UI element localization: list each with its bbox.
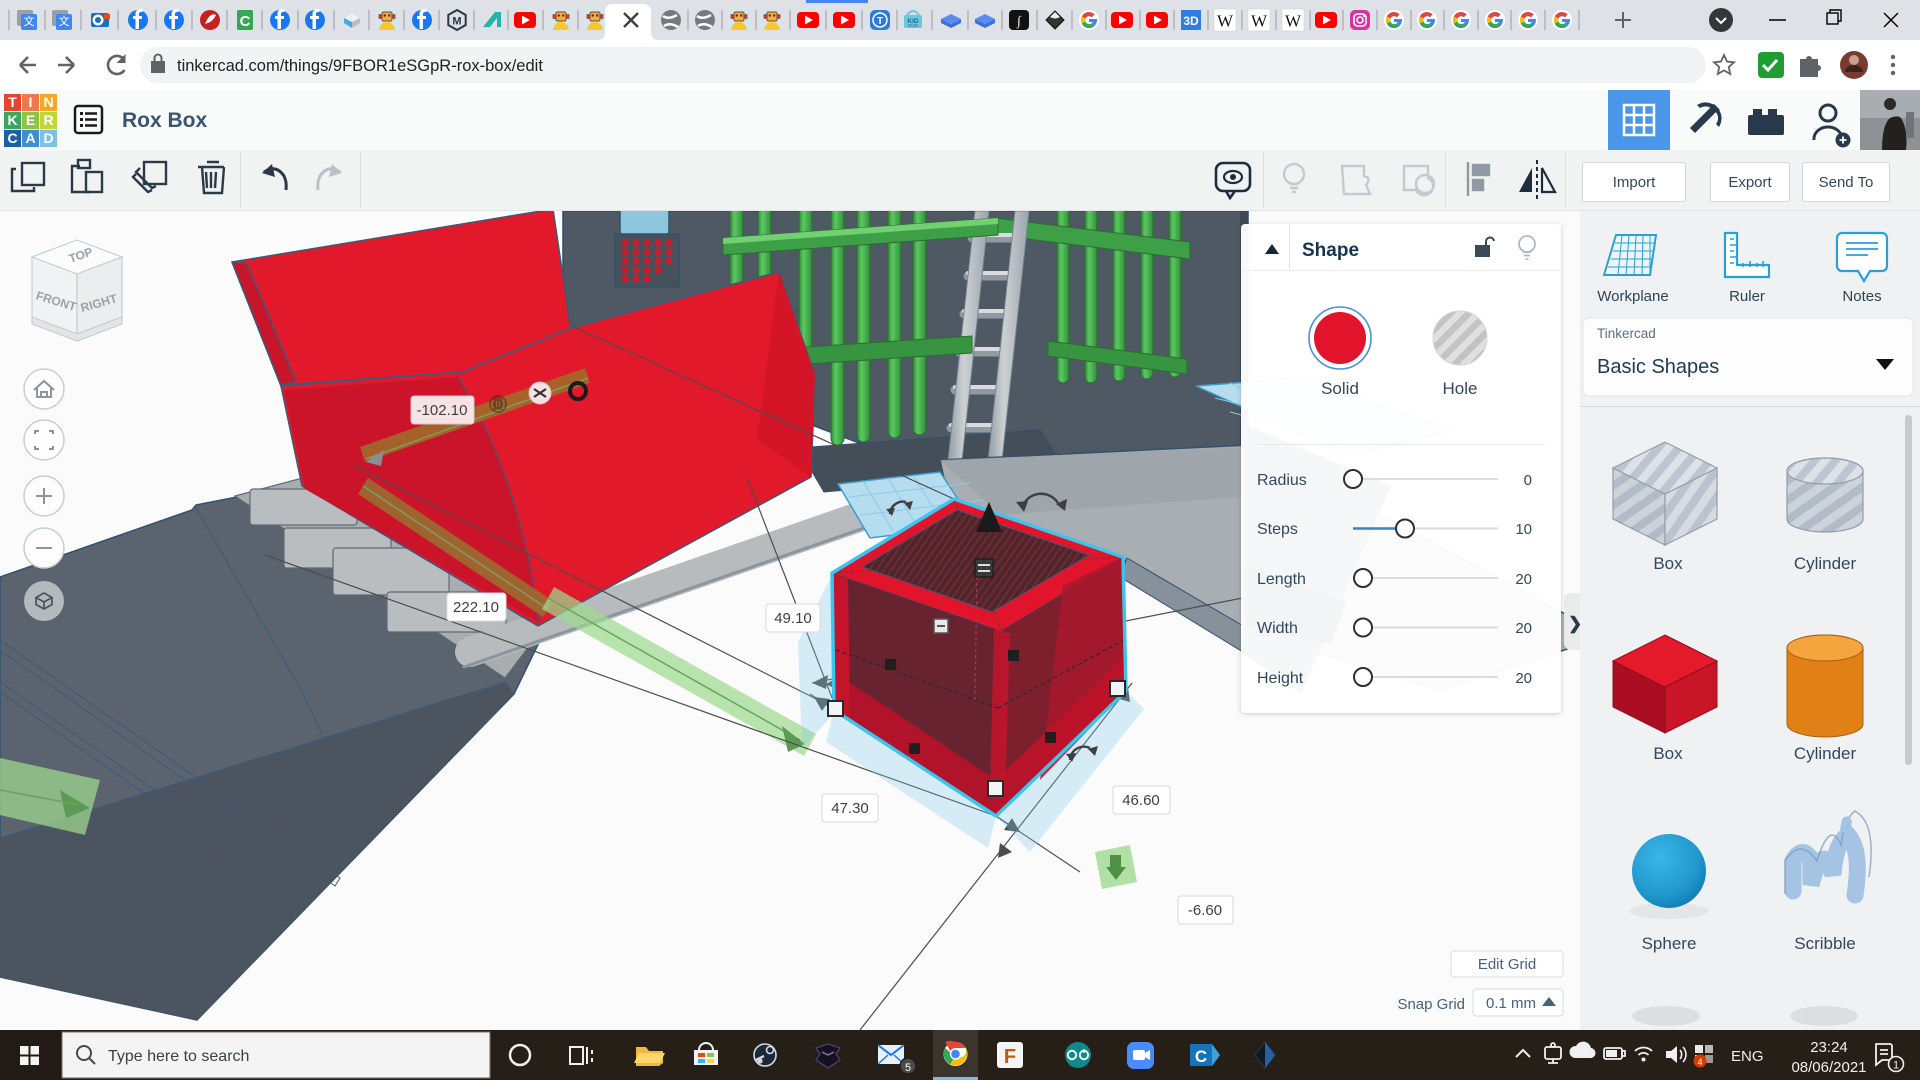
svg-text:F: F (1004, 1046, 1016, 1068)
svg-text:Type here to search: Type here to search (108, 1048, 249, 1065)
svg-text:Edit Grid: Edit Grid (1478, 956, 1536, 973)
svg-text:Sphere: Sphere (1642, 934, 1697, 953)
svg-text:Cylinder: Cylinder (1794, 744, 1857, 763)
svg-text:文: 文 (24, 14, 35, 28)
svg-text:Solid: Solid (1321, 379, 1359, 398)
svg-text:Cylinder: Cylinder (1794, 554, 1857, 573)
svg-text:DUN: DUN (908, 23, 918, 28)
svg-text:4: 4 (1697, 1057, 1702, 1067)
svg-text:0.1 mm: 0.1 mm (1486, 995, 1536, 1012)
svg-text:R: R (43, 112, 53, 128)
svg-text:Width: Width (1257, 620, 1298, 637)
svg-text:文: 文 (59, 14, 70, 28)
svg-text:Ruler: Ruler (1729, 288, 1765, 305)
svg-text:Height: Height (1257, 670, 1304, 687)
svg-text:Basic Shapes: Basic Shapes (1597, 356, 1719, 378)
svg-text:Notes: Notes (1842, 288, 1881, 305)
svg-text:Length: Length (1257, 571, 1306, 588)
svg-text:Box: Box (1653, 554, 1683, 573)
svg-text:10: 10 (1515, 521, 1532, 538)
svg-text:Scribble: Scribble (1794, 934, 1855, 953)
svg-text:08/06/2021: 08/06/2021 (1791, 1059, 1866, 1076)
svg-text:D: D (43, 130, 53, 146)
svg-text:I: I (29, 94, 33, 110)
svg-text:5: 5 (905, 1062, 911, 1074)
svg-text:C: C (1195, 1047, 1207, 1066)
svg-text:Snap Grid: Snap Grid (1397, 996, 1465, 1013)
svg-text:47.30: 47.30 (831, 800, 869, 817)
svg-text:Workplane: Workplane (1597, 288, 1668, 305)
svg-text:Hole: Hole (1443, 379, 1478, 398)
svg-text:Shape: Shape (1302, 240, 1359, 261)
svg-text:46.60: 46.60 (1122, 792, 1160, 809)
svg-text:23:24: 23:24 (1810, 1039, 1848, 1056)
svg-text:K: K (7, 112, 17, 128)
svg-text:-6.60: -6.60 (1188, 902, 1222, 919)
svg-text:222.10: 222.10 (453, 599, 499, 616)
svg-text:20: 20 (1515, 670, 1532, 687)
svg-text:ENG: ENG (1731, 1048, 1764, 1065)
svg-text:E: E (26, 112, 35, 128)
svg-text:0: 0 (1524, 472, 1532, 489)
svg-text:N: N (43, 94, 53, 110)
svg-text:Steps: Steps (1257, 521, 1298, 538)
svg-text:Tinkercad: Tinkercad (1597, 326, 1656, 341)
svg-text:Radius: Radius (1257, 472, 1307, 489)
svg-text:49.10: 49.10 (774, 610, 812, 627)
svg-text:C: C (240, 13, 251, 30)
svg-text:20: 20 (1515, 620, 1532, 637)
svg-text:1: 1 (1893, 1060, 1899, 1072)
svg-text:-102.10: -102.10 (417, 402, 468, 419)
svg-text:T: T (877, 16, 883, 27)
svg-text:tinkercad.com/things/9FBOR1eSG: tinkercad.com/things/9FBOR1eSGpR-rox-box… (177, 57, 543, 75)
svg-text:M: M (452, 16, 461, 28)
svg-text:Rox Box: Rox Box (122, 109, 208, 132)
svg-text:C: C (7, 130, 17, 146)
svg-text:Box: Box (1653, 744, 1683, 763)
svg-text:T: T (8, 94, 17, 110)
svg-text:20: 20 (1515, 571, 1532, 588)
svg-text:A: A (25, 130, 35, 146)
svg-text:3D: 3D (1183, 14, 1199, 28)
